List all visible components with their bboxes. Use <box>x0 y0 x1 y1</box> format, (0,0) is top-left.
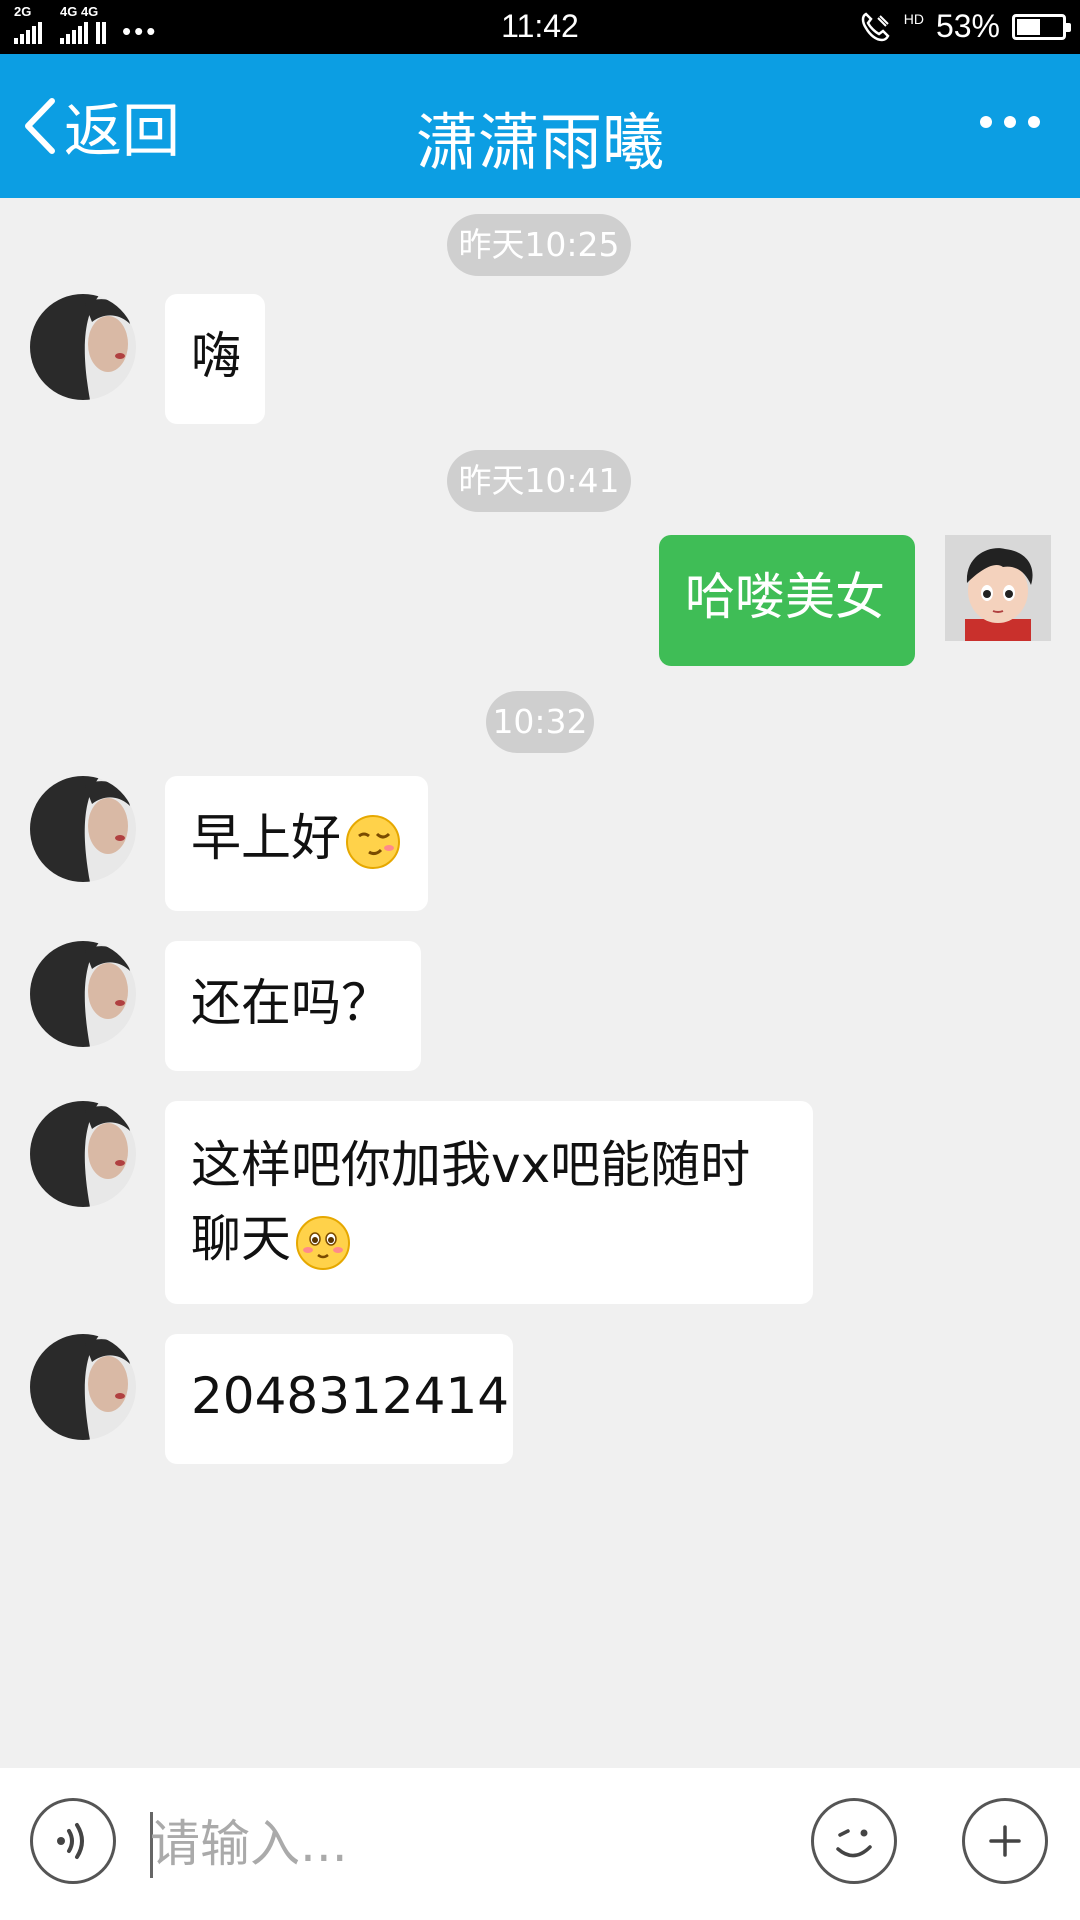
message-bubble-received[interactable]: 早上好 <box>165 776 428 911</box>
contact-avatar[interactable] <box>30 1101 136 1207</box>
contact-avatar[interactable] <box>30 294 136 400</box>
status-bar: 2G 4G 4G ••• 11:42 HD 53% <box>0 0 1080 54</box>
smiley-icon <box>836 1829 872 1858</box>
contact-avatar[interactable] <box>30 1334 136 1440</box>
contact-avatar[interactable] <box>30 776 136 882</box>
battery-fill <box>1017 18 1040 35</box>
plus-icon <box>989 1825 1021 1857</box>
contact-avatar[interactable] <box>30 941 136 1047</box>
hd-label: HD <box>903 10 924 27</box>
hd-call-icon <box>861 11 890 41</box>
plus-button[interactable] <box>962 1798 1048 1884</box>
chat-header: 返回 潇潇雨曦 <box>0 54 1080 198</box>
blush-emoji-icon <box>296 1215 350 1270</box>
message-bubble-sent[interactable]: 哈喽美女 <box>659 535 915 666</box>
message-text: 早上好 <box>191 809 341 867</box>
message-text: 嗨 <box>191 327 241 385</box>
more-dots-icon[interactable] <box>980 116 1040 128</box>
user-avatar[interactable] <box>945 535 1051 641</box>
battery-icon <box>1012 13 1071 40</box>
emoji-button[interactable] <box>811 1798 897 1884</box>
status-right: HD 53% <box>858 8 1071 45</box>
input-bar <box>0 1768 1080 1920</box>
voice-button[interactable] <box>30 1798 116 1884</box>
message-input[interactable] <box>150 1802 770 1886</box>
timestamp: 昨天10:25 <box>447 214 631 276</box>
battery-percent: 53% <box>935 8 1000 44</box>
voice-icon <box>57 1823 84 1859</box>
message-text: 2048312414 <box>191 1367 510 1425</box>
message-text: 还在吗？ <box>191 974 391 1032</box>
message-text: 聊天 <box>191 1210 291 1268</box>
message-bubble-received[interactable]: 这样吧你加我vx吧能随时 聊天 <box>165 1101 813 1304</box>
message-bubble-received[interactable]: 嗨 <box>165 294 265 424</box>
message-bubble-received[interactable]: 2048312414 <box>165 1334 513 1464</box>
message-text-line-2: 聊天 <box>191 1202 787 1276</box>
wink-emoji-icon <box>346 814 400 869</box>
message-text: 哈喽美女 <box>685 568 885 626</box>
message-bubble-received[interactable]: 还在吗？ <box>165 941 421 1071</box>
timestamp: 昨天10:41 <box>447 450 631 512</box>
message-text-line: 这样吧你加我vx吧能随时 <box>191 1136 751 1194</box>
chat-title: 潇潇雨曦 <box>415 106 664 179</box>
timestamp: 10:32 <box>486 691 594 753</box>
